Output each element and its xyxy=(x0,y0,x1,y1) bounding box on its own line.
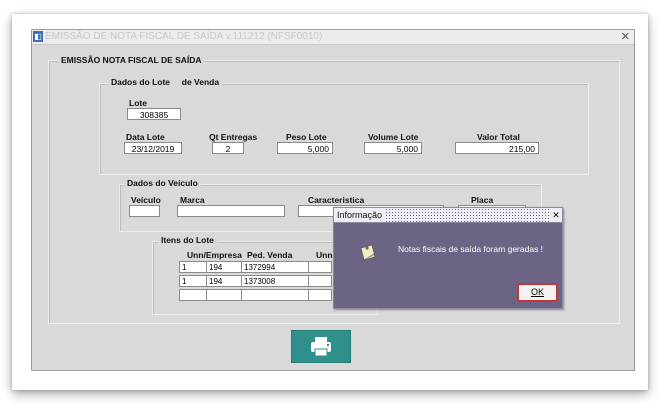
window-title: EMISSÃO DE NOTA FISCAL DE SAÍDA v.111212… xyxy=(45,31,323,42)
note-icon xyxy=(360,244,376,261)
app-icon: ◧ xyxy=(33,31,43,42)
veiculo-label: Veículo xyxy=(131,195,161,205)
table-row-cell-empresa[interactable]: 194 xyxy=(206,261,242,273)
info-dialog: Informação ✕ Notas fiscais de saída fora… xyxy=(333,207,563,309)
valor-total-field[interactable]: 215,00 xyxy=(455,142,539,154)
table-row-cell-pedido[interactable]: 1372994 xyxy=(241,261,309,273)
printer-icon xyxy=(311,337,331,357)
marca-field[interactable] xyxy=(177,205,285,217)
peso-lote-field[interactable]: 5,000 xyxy=(277,142,333,154)
table-row-cell-extra[interactable] xyxy=(308,261,332,273)
veiculo-field[interactable] xyxy=(129,205,160,217)
table-row-cell-unn[interactable]: 1 xyxy=(179,261,207,273)
lote-group-legend: Dados do Lote de Venda xyxy=(108,77,223,87)
dialog-title: Informação xyxy=(334,208,386,222)
table-row-cell-empty[interactable] xyxy=(241,289,309,301)
col-header-unn: Unn xyxy=(316,250,333,260)
lote-field[interactable]: 308385 xyxy=(127,108,181,120)
placa-label: Placa xyxy=(471,195,494,205)
veiculo-group-legend: Dados do Veículo xyxy=(124,178,201,188)
group-dados-lote xyxy=(99,83,589,175)
table-row-cell-extra[interactable] xyxy=(308,275,332,287)
table-row-cell-pedido[interactable]: 1373008 xyxy=(241,275,309,287)
volume-lote-field[interactable]: 5,000 xyxy=(364,142,422,154)
lote-legend-part2: de Venda xyxy=(181,77,220,87)
valor-total-label: Valor Total xyxy=(477,132,520,142)
peso-lote-label: Peso Lote xyxy=(286,132,327,142)
dialog-close-icon[interactable]: ✕ xyxy=(550,208,562,222)
table-row-cell-empty[interactable] xyxy=(206,289,242,301)
qt-entregas-label: Qt Entregas xyxy=(209,132,258,142)
table-row-cell-unn[interactable]: 1 xyxy=(179,275,207,287)
volume-lote-label: Volume Lote xyxy=(368,132,419,142)
qt-entregas-field[interactable]: 2 xyxy=(212,142,244,154)
marca-label: Marca xyxy=(180,195,205,205)
dialog-message: Notas fiscais de saída foram geradas ! xyxy=(398,244,544,254)
lote-label: Lote xyxy=(129,98,147,108)
table-row-cell-empresa[interactable]: 194 xyxy=(206,275,242,287)
table-row-cell-empty[interactable] xyxy=(179,289,207,301)
lote-legend-part1: Dados do Lote xyxy=(111,77,171,87)
print-button[interactable] xyxy=(291,330,351,363)
ok-button[interactable]: OK xyxy=(517,283,558,302)
section-title: EMISSÃO NOTA FISCAL DE SAÍDA xyxy=(58,55,205,65)
caracteristica-label: Caracteristica xyxy=(308,195,365,205)
col-header-ped-venda: Ped. Venda xyxy=(247,250,293,260)
main-window: ◧ EMISSÃO DE NOTA FISCAL DE SAÍDA v.1112… xyxy=(31,29,635,371)
data-lote-label: Data Lote xyxy=(126,132,165,142)
window-close-icon[interactable]: ✕ xyxy=(621,30,630,44)
col-header-unn-empresa: Unn/Empresa xyxy=(187,250,242,260)
dialog-titlebar: Informação ✕ xyxy=(334,208,562,223)
itens-group-legend: Itens do Lote xyxy=(158,235,217,245)
data-lote-field[interactable]: 23/12/2019 xyxy=(124,142,182,154)
table-row-cell-empty[interactable] xyxy=(308,289,332,301)
window-titlebar: ◧ EMISSÃO DE NOTA FISCAL DE SAÍDA v.1112… xyxy=(32,30,634,45)
